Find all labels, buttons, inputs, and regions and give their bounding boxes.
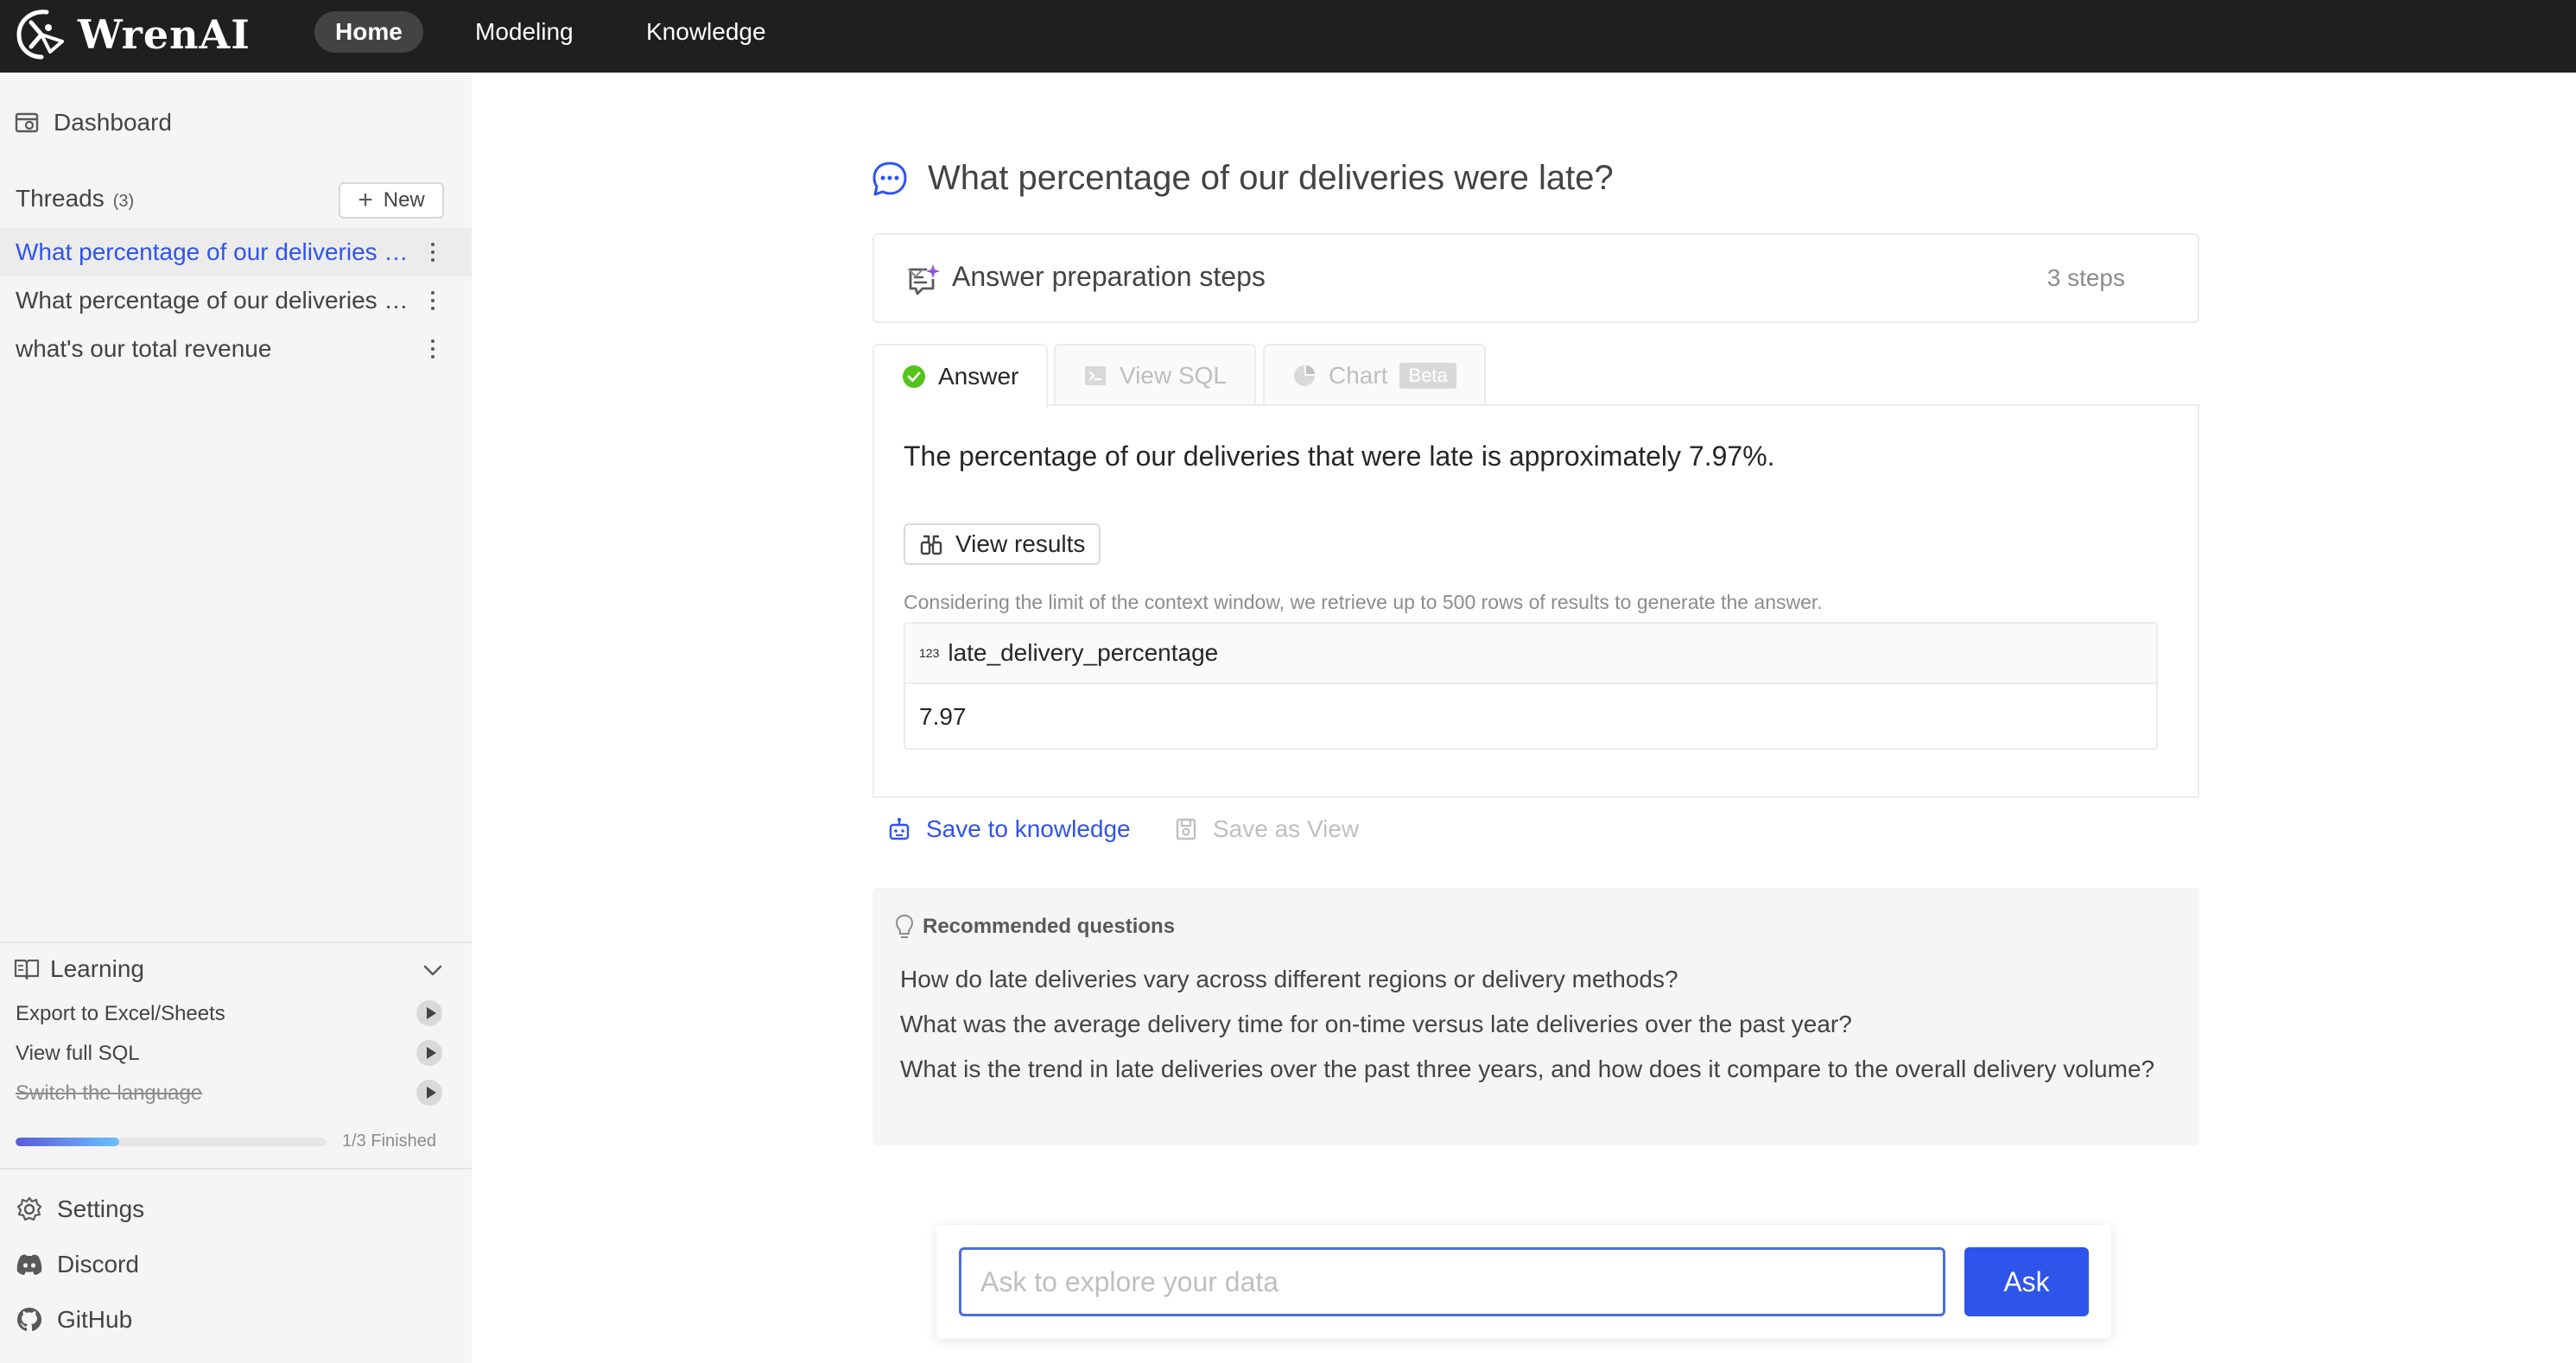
sidebar-item-label: Discord bbox=[57, 1251, 139, 1277]
lightbulb-icon bbox=[895, 914, 914, 940]
table-cell: 7.97 bbox=[919, 703, 967, 730]
play-icon[interactable] bbox=[416, 1040, 442, 1066]
learning-progress-text: 1/3 Finished bbox=[342, 1132, 436, 1151]
thread-item[interactable]: What percentage of our deliveries were l… bbox=[0, 228, 472, 276]
sidebar-item-settings[interactable]: Settings bbox=[16, 1195, 144, 1223]
binoculars-icon bbox=[919, 532, 943, 556]
ask-button[interactable]: Ask bbox=[1964, 1247, 2089, 1316]
save-to-knowledge-label: Save to knowledge bbox=[926, 815, 1131, 842]
new-thread-label: New bbox=[383, 188, 425, 212]
threads-label: Threads bbox=[16, 185, 105, 212]
question-title: What percentage of our deliveries were l… bbox=[871, 159, 1614, 198]
recommended-header: Recommended questions bbox=[895, 914, 1175, 940]
answer-text: The percentage of our deliveries that we… bbox=[904, 441, 1775, 472]
save-to-knowledge-button[interactable]: Save to knowledge bbox=[888, 815, 1131, 843]
sidebar: Dashboard Threads (3) + New What percent… bbox=[0, 73, 472, 1363]
wrenai-logo[interactable]: WrenAI bbox=[12, 7, 251, 62]
gear-icon bbox=[16, 1195, 43, 1223]
robot-icon bbox=[888, 817, 910, 841]
answer-panel: The percentage of our deliveries that we… bbox=[872, 404, 2199, 798]
tab-answer[interactable]: Answer bbox=[872, 344, 1049, 408]
tab-label: Chart bbox=[1329, 362, 1388, 389]
divider bbox=[0, 941, 472, 943]
learning-item-export[interactable]: Export to Excel/Sheets bbox=[16, 1002, 225, 1026]
answer-preparation-steps[interactable]: Answer preparation steps 3 steps bbox=[872, 233, 2199, 323]
nav-knowledge[interactable]: Knowledge bbox=[625, 11, 787, 53]
book-icon bbox=[14, 958, 40, 980]
more-options-icon[interactable] bbox=[427, 333, 439, 365]
more-options-icon[interactable] bbox=[427, 237, 439, 268]
sidebar-item-label: Settings bbox=[57, 1195, 145, 1222]
view-results-label: View results bbox=[955, 530, 1086, 557]
thread-label: What percentage of our deliveries were l… bbox=[16, 238, 415, 265]
beta-badge: Beta bbox=[1399, 363, 1456, 389]
recommended-title: Recommended questions bbox=[923, 915, 1176, 938]
learning-item-view-sql[interactable]: View full SQL bbox=[16, 1042, 140, 1066]
plus-icon: + bbox=[358, 186, 373, 214]
chevron-down-icon[interactable] bbox=[905, 263, 2168, 283]
recommended-question[interactable]: What was the average delivery time for o… bbox=[900, 1005, 2161, 1043]
threads-count: (3) bbox=[112, 192, 135, 211]
ask-bar: Ask bbox=[936, 1225, 2111, 1339]
number-type-badge: 123 bbox=[919, 646, 940, 660]
nav-modeling[interactable]: Modeling bbox=[454, 11, 594, 53]
sidebar-item-github[interactable]: GitHub bbox=[16, 1306, 132, 1334]
more-options-icon[interactable] bbox=[427, 285, 439, 316]
learning-progress-fill bbox=[16, 1138, 119, 1146]
learning-progress-bar bbox=[16, 1138, 327, 1146]
dashboard-icon bbox=[14, 110, 40, 136]
check-circle-icon bbox=[902, 365, 926, 389]
recommended-question[interactable]: How do late deliveries vary across diffe… bbox=[900, 960, 2161, 998]
tab-label: View SQL bbox=[1120, 362, 1227, 389]
ask-input[interactable] bbox=[959, 1247, 1945, 1316]
pie-chart-icon bbox=[1292, 364, 1317, 388]
table-header: 123 late_delivery_percentage bbox=[905, 624, 2156, 684]
sidebar-item-label: GitHub bbox=[57, 1306, 133, 1333]
thread-label: What percentage of our deliveries were l… bbox=[16, 287, 415, 314]
thread-label: what's our total revenue bbox=[16, 335, 272, 362]
results-table: 123 late_delivery_percentage 7.97 bbox=[904, 622, 2158, 750]
app-name: WrenAI bbox=[78, 11, 251, 58]
code-icon bbox=[1083, 364, 1107, 388]
tab-chart[interactable]: Chart Beta bbox=[1263, 344, 1486, 406]
context-note: Considering the limit of the context win… bbox=[904, 591, 1823, 613]
new-thread-button[interactable]: + New bbox=[339, 182, 444, 219]
play-icon[interactable] bbox=[416, 1080, 442, 1106]
nav-home[interactable]: Home bbox=[314, 11, 423, 53]
discord-icon bbox=[16, 1253, 43, 1276]
divider bbox=[0, 1168, 472, 1170]
sidebar-item-dashboard[interactable]: Dashboard bbox=[14, 109, 172, 136]
thread-item[interactable]: what's our total revenue bbox=[0, 325, 472, 373]
learning-label: Learning bbox=[50, 955, 144, 982]
column-header: late_delivery_percentage bbox=[948, 639, 1219, 666]
play-icon[interactable] bbox=[416, 1000, 442, 1026]
chevron-down-icon[interactable] bbox=[422, 959, 444, 981]
learning-header[interactable]: Learning bbox=[14, 955, 144, 983]
tab-label: Answer bbox=[938, 363, 1019, 390]
sidebar-item-discord[interactable]: Discord bbox=[16, 1251, 139, 1278]
threads-header: Threads (3) bbox=[16, 185, 134, 212]
recommended-question[interactable]: What is the trend in late deliveries ove… bbox=[900, 1050, 2161, 1088]
recommended-questions: Recommended questions How do late delive… bbox=[872, 888, 2199, 1145]
tab-view-sql[interactable]: View SQL bbox=[1054, 344, 1256, 406]
sidebar-item-label: Dashboard bbox=[54, 109, 172, 136]
save-icon bbox=[1175, 817, 1197, 841]
top-navigation-bar: WrenAI Home Modeling Knowledge bbox=[0, 0, 2576, 73]
view-results-button[interactable]: View results bbox=[904, 523, 1101, 565]
save-as-view-button[interactable]: Save as View bbox=[1175, 815, 1359, 843]
github-icon bbox=[16, 1306, 43, 1334]
thread-item[interactable]: What percentage of our deliveries were l… bbox=[0, 276, 472, 325]
question-text: What percentage of our deliveries were l… bbox=[928, 159, 1614, 197]
save-as-view-label: Save as View bbox=[1213, 815, 1360, 842]
wren-bird-icon bbox=[12, 7, 67, 62]
chat-bubble-icon bbox=[871, 160, 909, 198]
learning-item-switch-language[interactable]: Switch the language bbox=[16, 1081, 202, 1106]
